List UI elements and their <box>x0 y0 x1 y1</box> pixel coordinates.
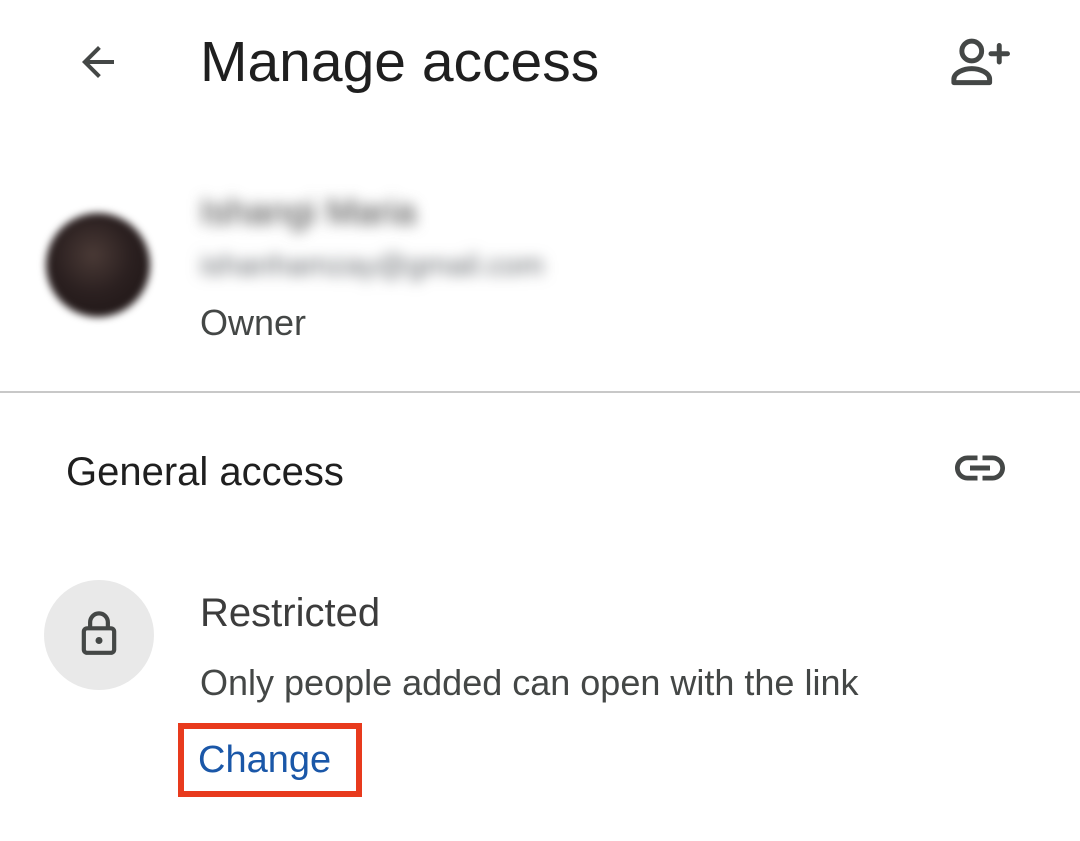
owner-email: ishanhamzay@gmail.com <box>200 249 544 282</box>
add-people-button[interactable] <box>938 22 1022 106</box>
link-icon <box>950 438 1010 503</box>
owner-role: Owner <box>200 302 307 343</box>
owner-name: Ishangi Maria <box>200 191 417 232</box>
access-level-icon <box>44 580 154 690</box>
person-add-icon <box>947 29 1013 100</box>
general-access-title: General access <box>66 450 344 494</box>
arrow-back-icon <box>74 38 122 91</box>
access-level-label: Restricted <box>200 591 381 635</box>
back-button[interactable] <box>56 22 140 106</box>
copy-link-button[interactable] <box>940 430 1020 510</box>
page-title: Manage access <box>200 30 600 94</box>
change-label: Change <box>198 739 332 781</box>
divider <box>0 391 1080 393</box>
change-access-button[interactable]: Change <box>178 723 362 797</box>
access-level-description: Only people added can open with the link <box>200 662 859 703</box>
lock-icon <box>71 605 127 666</box>
avatar <box>46 213 150 317</box>
